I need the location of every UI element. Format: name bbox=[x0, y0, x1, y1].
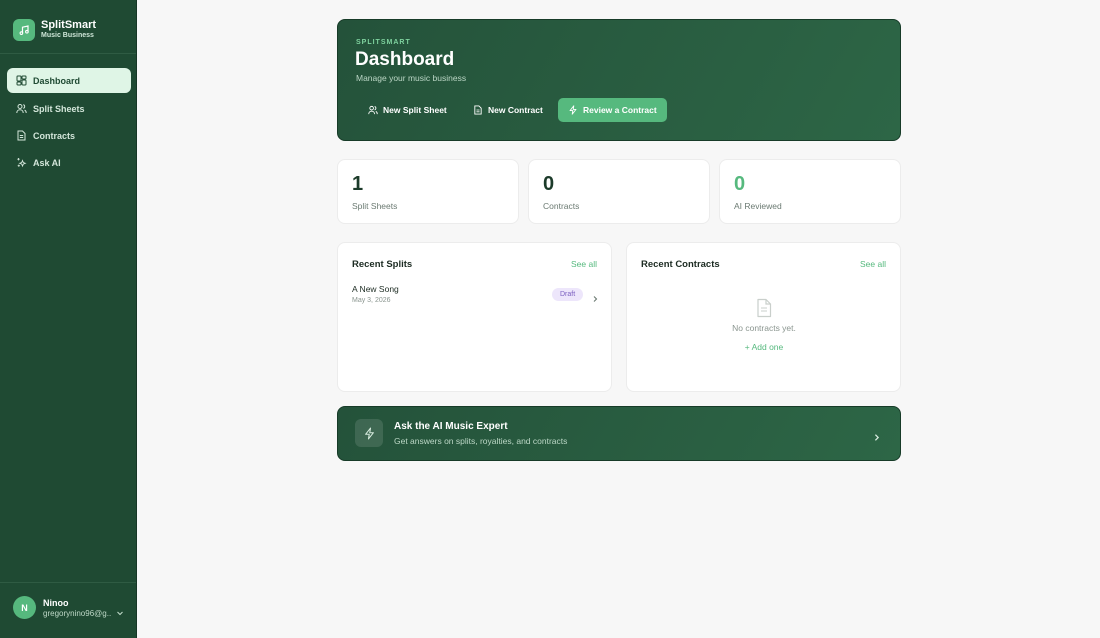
sidebar-item-label: Contracts bbox=[33, 130, 76, 141]
chevron-right-icon bbox=[872, 429, 881, 441]
stat-label: AI Reviewed bbox=[734, 201, 782, 211]
users-icon bbox=[16, 103, 27, 114]
button-label: Review a Contract bbox=[583, 105, 657, 115]
new-split-sheet-button[interactable]: New Split Sheet bbox=[358, 98, 457, 122]
avatar: N bbox=[13, 596, 36, 619]
sidebar-item-split-sheets[interactable]: Split Sheets bbox=[7, 96, 131, 121]
chevron-right-icon bbox=[591, 290, 599, 302]
panel-title: Recent Contracts bbox=[641, 259, 720, 270]
empty-state-text: No contracts yet. bbox=[732, 323, 796, 333]
sidebar-item-label: Split Sheets bbox=[33, 103, 85, 114]
document-icon bbox=[755, 298, 773, 318]
split-name: A New Song bbox=[352, 284, 399, 294]
stat-value: 1 bbox=[352, 173, 364, 195]
sidebar: SplitSmart Music Business Dashboard Spli… bbox=[0, 0, 137, 638]
sparkles-icon bbox=[16, 157, 27, 168]
see-all-splits-link[interactable]: See all bbox=[571, 259, 597, 269]
lightning-icon bbox=[568, 105, 578, 115]
lightning-icon bbox=[355, 419, 383, 447]
sidebar-item-label: Dashboard bbox=[33, 75, 81, 86]
sidebar-item-label: Ask AI bbox=[33, 157, 61, 168]
dashboard-icon bbox=[16, 75, 27, 86]
add-contract-link[interactable]: + Add one bbox=[627, 342, 901, 352]
stat-label: Split Sheets bbox=[352, 201, 398, 211]
new-contract-button[interactable]: New Contract bbox=[463, 98, 553, 122]
dashboard-header: SPLITSMART Dashboard Manage your music b… bbox=[337, 19, 901, 141]
sidebar-item-ask-ai[interactable]: Ask AI bbox=[7, 150, 131, 175]
document-icon bbox=[473, 105, 483, 115]
stat-card-split-sheets: 1 Split Sheets bbox=[337, 159, 519, 224]
brand-name: SplitSmart bbox=[41, 19, 97, 31]
page-title: Dashboard bbox=[355, 49, 455, 70]
status-badge: Draft bbox=[552, 288, 584, 301]
brand[interactable]: SplitSmart Music Business bbox=[13, 18, 133, 42]
list-item[interactable]: A New Song May 3, 2026 Draft bbox=[352, 284, 600, 308]
review-contract-button[interactable]: Review a Contract bbox=[558, 98, 667, 122]
stat-value: 0 bbox=[734, 173, 746, 195]
document-icon bbox=[16, 130, 27, 141]
see-all-contracts-link[interactable]: See all bbox=[860, 259, 886, 269]
user-divider bbox=[0, 582, 136, 583]
button-label: New Split Sheet bbox=[383, 105, 447, 115]
ai-banner-title: Ask the AI Music Expert bbox=[394, 421, 508, 432]
user-email: gregorynino96@g... bbox=[43, 609, 111, 618]
stat-value: 0 bbox=[543, 173, 555, 195]
stat-label: Contracts bbox=[543, 201, 580, 211]
ask-ai-banner[interactable]: Ask the AI Music Expert Get answers on s… bbox=[337, 406, 901, 461]
users-icon bbox=[368, 105, 378, 115]
recent-contracts-panel: Recent Contracts See all No contracts ye… bbox=[626, 242, 901, 392]
hero-eyebrow: SPLITSMART bbox=[356, 39, 411, 46]
stat-card-ai-reviewed: 0 AI Reviewed bbox=[719, 159, 901, 224]
music-note-icon bbox=[13, 19, 35, 41]
sidebar-item-contracts[interactable]: Contracts bbox=[7, 123, 131, 148]
chevron-down-icon bbox=[116, 604, 124, 616]
recent-splits-panel: Recent Splits See all A New Song May 3, … bbox=[337, 242, 612, 392]
ai-banner-subtitle: Get answers on splits, royalties, and co… bbox=[394, 436, 568, 446]
page-subtitle: Manage your music business bbox=[356, 73, 467, 83]
split-date: May 3, 2026 bbox=[352, 297, 391, 304]
user-menu[interactable]: N Ninoo gregorynino96@g... bbox=[13, 596, 128, 622]
button-label: New Contract bbox=[488, 105, 543, 115]
user-name: Ninoo bbox=[43, 598, 69, 608]
sidebar-divider bbox=[0, 53, 136, 54]
brand-subtitle: Music Business bbox=[41, 32, 94, 39]
sidebar-item-dashboard[interactable]: Dashboard bbox=[7, 68, 131, 93]
stat-card-contracts: 0 Contracts bbox=[528, 159, 710, 224]
panel-title: Recent Splits bbox=[352, 259, 413, 270]
